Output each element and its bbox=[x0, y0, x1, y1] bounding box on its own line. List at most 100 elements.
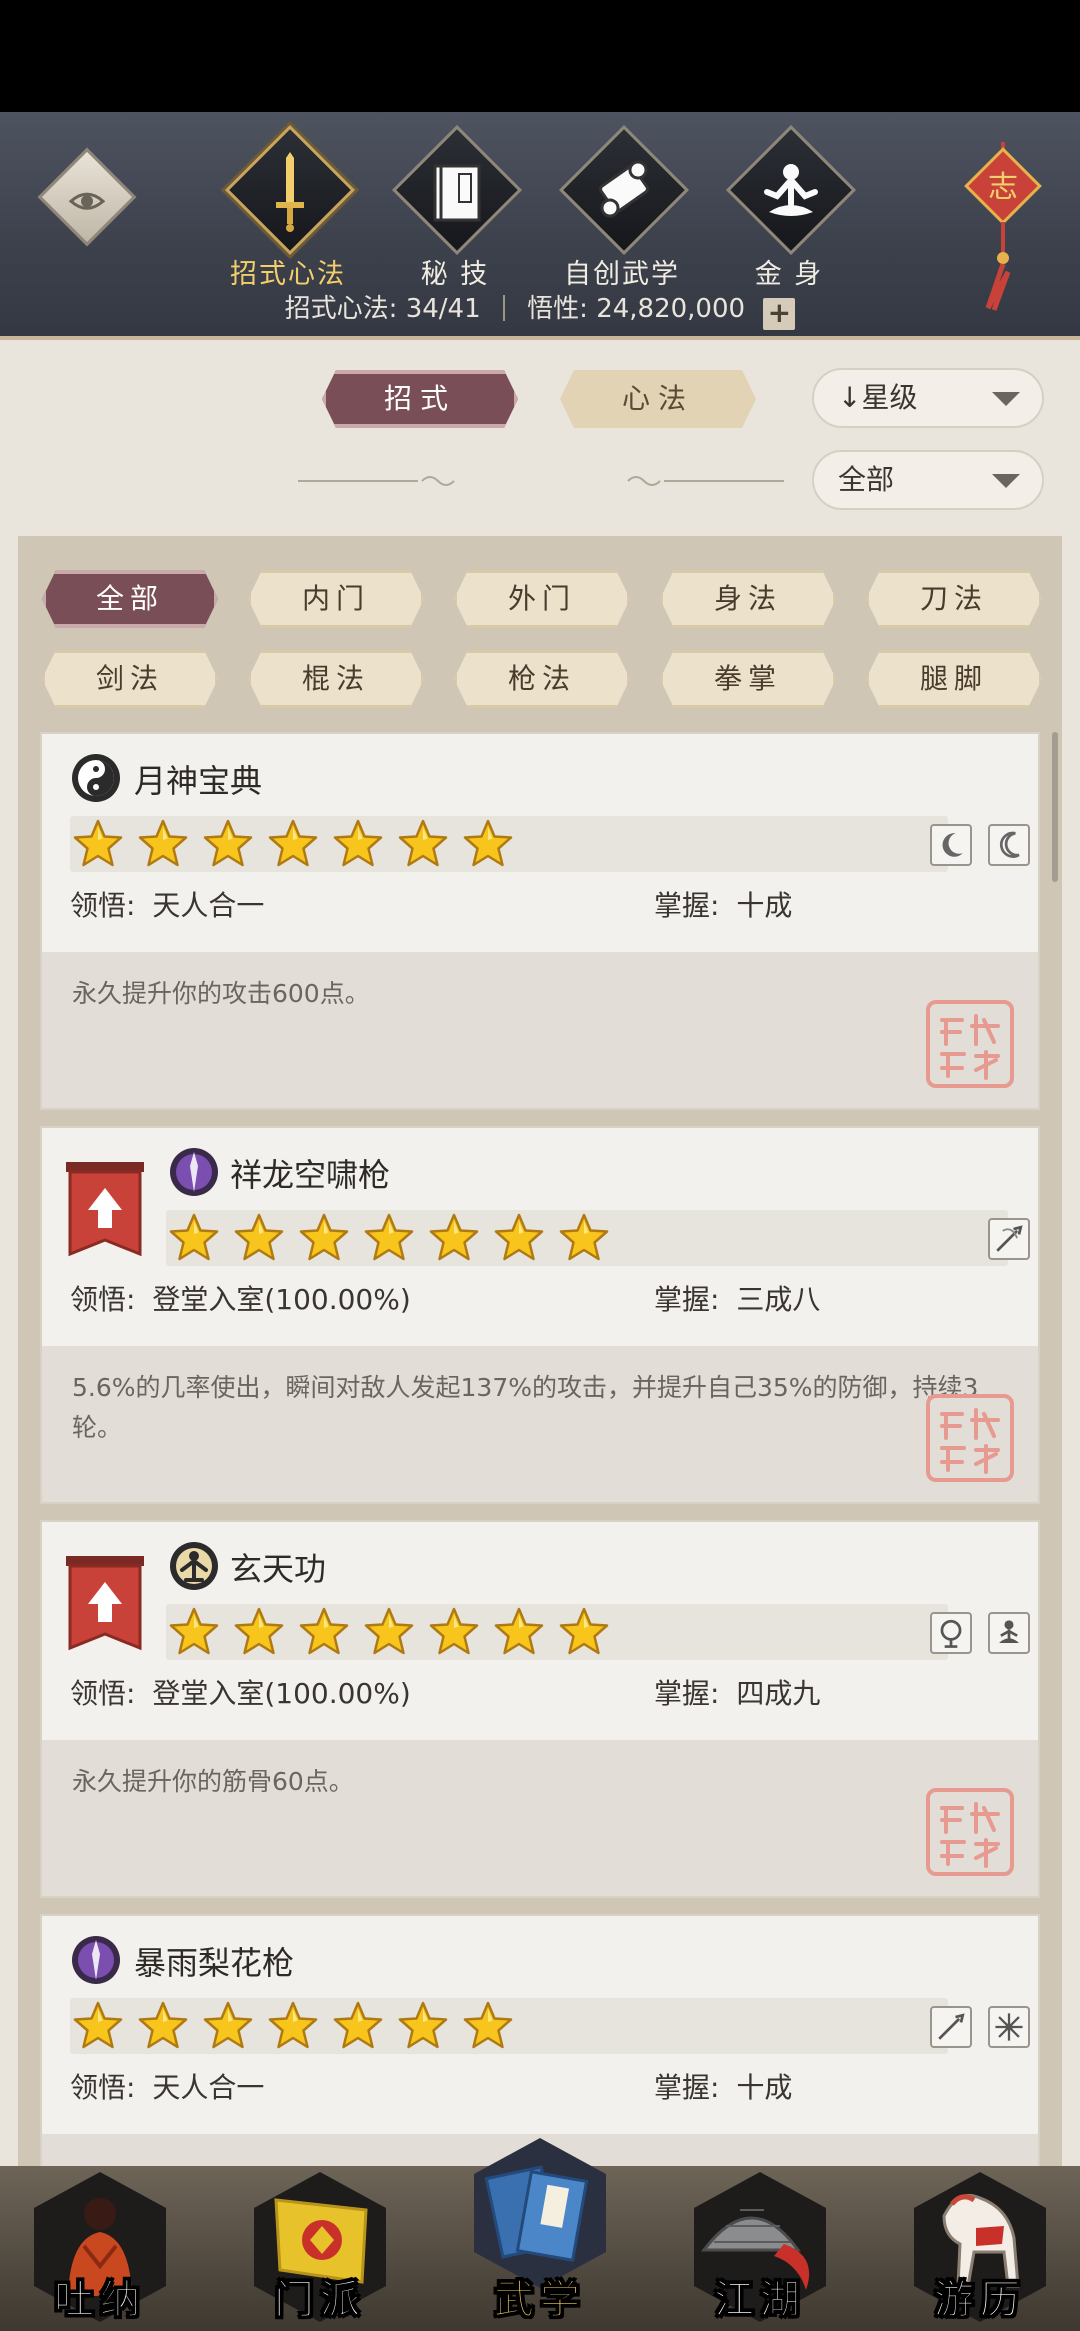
chip-spear[interactable]: 枪法 bbox=[454, 650, 630, 708]
star-icon bbox=[332, 818, 384, 870]
seal-icon bbox=[924, 1786, 1016, 1878]
star-icon bbox=[558, 1606, 610, 1658]
seal-icon bbox=[924, 1392, 1016, 1484]
star-icon bbox=[363, 1606, 415, 1658]
divider-ornament bbox=[298, 476, 455, 486]
star-icon bbox=[137, 2000, 189, 2052]
spear-icon bbox=[72, 1936, 120, 1984]
nav-travel[interactable]: 游历 bbox=[890, 2166, 1070, 2331]
star-icon bbox=[428, 1606, 480, 1658]
spear-strike-icon[interactable] bbox=[988, 1218, 1030, 1260]
scrollbar[interactable] bbox=[1052, 732, 1058, 882]
star-icon bbox=[298, 1212, 350, 1264]
skill-name: 祥龙空啸枪 bbox=[230, 1156, 391, 1194]
upgrade-banner-icon[interactable] bbox=[62, 1162, 148, 1262]
crescent-icon[interactable] bbox=[988, 824, 1030, 866]
golden-body-icon bbox=[170, 1542, 218, 1590]
tab-moves-methods[interactable]: 招式心法 bbox=[218, 124, 358, 300]
star-icon bbox=[332, 2000, 384, 2052]
star-icon bbox=[137, 818, 189, 870]
mastery-value: 十成 bbox=[736, 889, 793, 922]
skill-description: 永久提升你的筋骨60点。 bbox=[42, 1740, 1038, 1896]
knot-char: 志 bbox=[988, 170, 1018, 205]
visibility-toggle[interactable] bbox=[37, 147, 137, 247]
mastery-label: 掌握: bbox=[654, 2071, 720, 2104]
chip-staff[interactable]: 棍法 bbox=[248, 650, 424, 708]
book-icon bbox=[433, 164, 481, 222]
add-insight-button[interactable]: + bbox=[763, 298, 796, 330]
tab-golden-body[interactable]: 金 身 bbox=[719, 124, 859, 300]
insight-label: 领悟: bbox=[70, 1283, 136, 1316]
tab-label: 金 身 bbox=[754, 259, 824, 290]
upgrade-banner-icon[interactable] bbox=[62, 1556, 148, 1656]
sort-dropdown[interactable]: ↓星级 bbox=[812, 368, 1044, 428]
moon-icon[interactable] bbox=[930, 824, 972, 866]
skill-card[interactable]: 玄天功 领悟: 登堂入室(100.00%) 掌握: 四成九 永久提升你的筋骨60… bbox=[40, 1520, 1040, 1898]
nav-label: 游历 bbox=[934, 2276, 1026, 2324]
tab-secret-skills[interactable]: 秘 技 bbox=[385, 124, 525, 300]
nav-martial-arts[interactable]: 武学 bbox=[450, 2138, 630, 2331]
spear-strike-icon[interactable] bbox=[930, 2006, 972, 2048]
nav-label: 门派 bbox=[274, 2276, 366, 2324]
star-icon bbox=[397, 2000, 449, 2052]
chip-movement[interactable]: 身法 bbox=[660, 570, 836, 628]
star-icon bbox=[397, 818, 449, 870]
mastery-label: 掌握: bbox=[654, 1677, 720, 1710]
star-icon bbox=[428, 1212, 480, 1264]
insight-label: 领悟: bbox=[70, 1677, 136, 1710]
chip-inner[interactable]: 内门 bbox=[248, 570, 424, 628]
skill-card[interactable]: 祥龙空啸枪 领悟: 登堂入室(100.00%) 掌握: 三成八 5.6%的几率使… bbox=[40, 1126, 1040, 1504]
insight-value: 登堂入室(100.00%) bbox=[152, 1283, 411, 1316]
star-icon bbox=[267, 818, 319, 870]
spirit-icon[interactable] bbox=[930, 1612, 972, 1654]
tab-self-created[interactable]: 自创武学 bbox=[552, 124, 692, 300]
skill-card[interactable]: 暴雨梨花枪 领悟: 天人合一 掌握: 十成 bbox=[40, 1914, 1040, 2166]
chip-fist[interactable]: 拳掌 bbox=[660, 650, 836, 708]
star-rating bbox=[72, 818, 527, 870]
chinese-knot-icon[interactable]: 志 bbox=[958, 142, 1048, 312]
skill-card[interactable]: 月神宝典 领悟: 天人合一 掌握: 十成 永久提升你的攻击600点。 bbox=[40, 732, 1040, 1110]
nav-jianghu[interactable]: 江湖 bbox=[670, 2166, 850, 2331]
star-icon bbox=[267, 2000, 319, 2052]
skill-description: 永久提升你的攻击600点。 bbox=[42, 952, 1038, 1108]
skill-name: 月神宝典 bbox=[134, 762, 263, 800]
moves-label: 招式心法: bbox=[284, 294, 398, 324]
star-rating bbox=[168, 1212, 623, 1264]
insight-value: 天人合一 bbox=[152, 2071, 265, 2104]
star-icon bbox=[168, 1606, 220, 1658]
meditation-icon bbox=[764, 164, 818, 216]
meditate-icon[interactable] bbox=[988, 1612, 1030, 1654]
mastery-value: 四成九 bbox=[736, 1677, 821, 1710]
nav-sect[interactable]: 门派 bbox=[230, 2166, 410, 2331]
flower-icon[interactable] bbox=[988, 2006, 1030, 2048]
insight-value: 登堂入室(100.00%) bbox=[152, 1677, 411, 1710]
mastery-value: 十成 bbox=[736, 2071, 793, 2104]
bottom-nav: 吐纳 门派 武学 江湖 游历 bbox=[0, 2138, 1080, 2331]
chevron-down-icon bbox=[992, 392, 1020, 406]
chip-outer[interactable]: 外门 bbox=[454, 570, 630, 628]
star-icon bbox=[558, 1212, 610, 1264]
star-icon bbox=[168, 1212, 220, 1264]
star-icon bbox=[72, 2000, 124, 2052]
spear-icon bbox=[170, 1148, 218, 1196]
nav-breathing[interactable]: 吐纳 bbox=[10, 2166, 190, 2331]
chip-all[interactable]: 全部 bbox=[42, 570, 218, 628]
martial-books-icon bbox=[484, 2165, 589, 2262]
chip-blade[interactable]: 刀法 bbox=[866, 570, 1042, 628]
divider bbox=[502, 295, 505, 321]
star-rating bbox=[168, 1606, 623, 1658]
filter-dropdown[interactable]: 全部 bbox=[812, 450, 1044, 510]
star-icon bbox=[298, 1606, 350, 1658]
chip-sword[interactable]: 剑法 bbox=[42, 650, 218, 708]
tab-label: 自创武学 bbox=[564, 259, 680, 290]
star-icon bbox=[493, 1212, 545, 1264]
toggle-methods[interactable]: 心法 bbox=[560, 370, 756, 428]
skill-name: 暴雨梨花枪 bbox=[134, 1944, 295, 1982]
star-icon bbox=[462, 2000, 514, 2052]
filter-label: 全部 bbox=[838, 463, 895, 496]
star-icon bbox=[72, 818, 124, 870]
star-icon bbox=[202, 2000, 254, 2052]
toggle-moves[interactable]: 招式 bbox=[322, 370, 518, 428]
star-icon bbox=[233, 1606, 285, 1658]
chip-leg[interactable]: 腿脚 bbox=[866, 650, 1042, 708]
